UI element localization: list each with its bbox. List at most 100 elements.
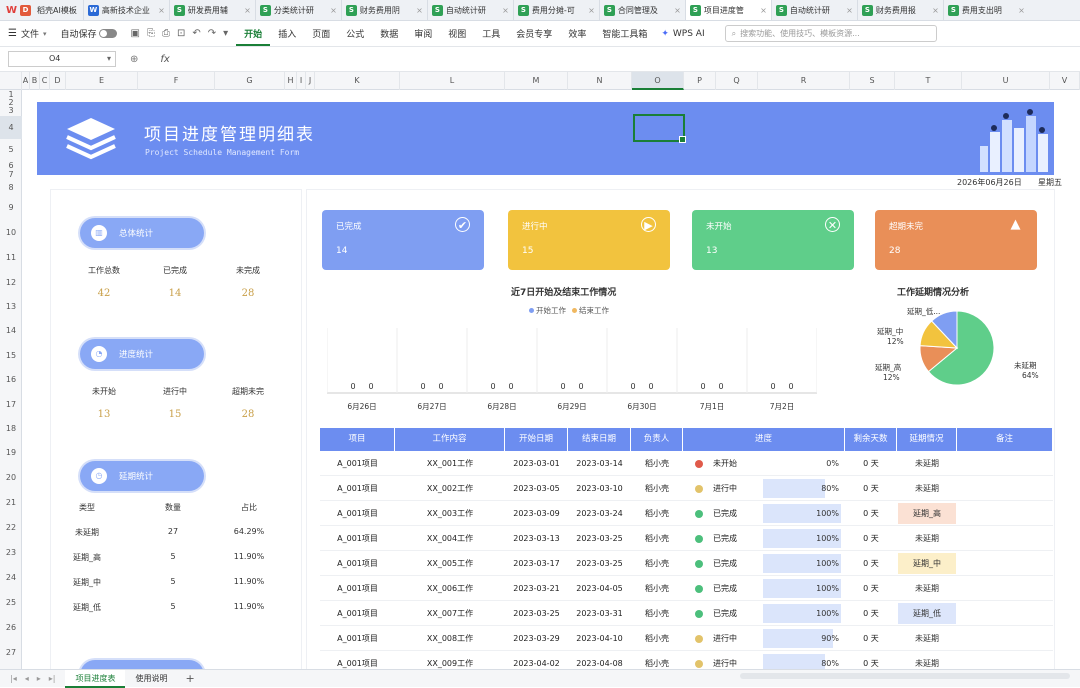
close-tab-icon[interactable]: ×: [330, 6, 337, 15]
app-template-tab[interactable]: W D 稻壳AI模板: [0, 0, 83, 20]
menu-item[interactable]: 插入: [270, 27, 304, 40]
row-header[interactable]: 3: [0, 106, 22, 116]
column-header[interactable]: 进度: [683, 428, 845, 451]
close-tab-icon[interactable]: ×: [846, 6, 853, 15]
save-icon[interactable]: ▣: [131, 28, 140, 39]
row-header[interactable]: 11: [0, 245, 22, 270]
sheet-canvas[interactable]: 项目进度管理明细表 Project Schedule Management Fo…: [22, 90, 1080, 670]
doc-tab[interactable]: W 高新技术企业 ×: [82, 0, 169, 20]
menu-item[interactable]: 视图: [440, 27, 474, 40]
close-tab-icon[interactable]: ×: [416, 6, 423, 15]
preview-icon[interactable]: ⊡: [177, 28, 185, 39]
row-header[interactable]: 16: [0, 368, 22, 392]
row-header[interactable]: 25: [0, 590, 22, 615]
status-card[interactable]: 未开始 13 ✕: [692, 210, 854, 270]
status-card[interactable]: 超期未完 28 ▲: [875, 210, 1037, 270]
column-header[interactable]: K: [315, 72, 400, 90]
add-sheet-button[interactable]: +: [177, 672, 202, 685]
column-header[interactable]: S: [850, 72, 895, 90]
close-tab-icon[interactable]: ×: [760, 6, 767, 15]
column-header[interactable]: D: [50, 72, 66, 90]
close-tab-icon[interactable]: ×: [1018, 6, 1025, 15]
table-row[interactable]: A_001项目 XX_004工作 2023-03-13 2023-03-25 稻小壳 已完…: [320, 526, 1053, 551]
close-tab-icon[interactable]: ×: [244, 6, 251, 15]
column-header[interactable]: P: [684, 72, 716, 90]
row-header[interactable]: 20: [0, 465, 22, 490]
column-header[interactable]: N: [568, 72, 632, 90]
column-header[interactable]: I: [297, 72, 306, 90]
row-header[interactable]: 21: [0, 490, 22, 515]
row-header[interactable]: 15: [0, 343, 22, 368]
row-header[interactable]: 2: [0, 99, 22, 107]
column-header[interactable]: 备注: [957, 428, 1053, 451]
first-sheet-icon[interactable]: |◂: [10, 674, 17, 683]
export-icon[interactable]: ⎘: [147, 28, 155, 39]
doc-tab[interactable]: S 费用分摊-可 ×: [512, 0, 599, 20]
doc-tab[interactable]: S 自动统计研 ×: [770, 0, 857, 20]
menu-item[interactable]: 审阅: [406, 27, 440, 40]
close-tab-icon[interactable]: ×: [932, 6, 939, 15]
doc-tab[interactable]: S 分类统计研 ×: [254, 0, 341, 20]
name-box[interactable]: O4 ▾: [8, 51, 116, 67]
table-row[interactable]: A_001项目 XX_007工作 2023-03-25 2023-03-31 稻小壳 已完…: [320, 601, 1053, 626]
table-row[interactable]: A_001项目 XX_002工作 2023-03-05 2023-03-10 稻小壳 进行…: [320, 476, 1053, 501]
doc-tab[interactable]: S 财务费用报 ×: [856, 0, 943, 20]
column-header[interactable]: 工作内容: [395, 428, 505, 451]
row-header[interactable]: 5: [0, 139, 22, 161]
column-header[interactable]: 剩余天数: [845, 428, 897, 451]
doc-tab[interactable]: S 研发费用辅 ×: [168, 0, 255, 20]
column-header[interactable]: R: [758, 72, 850, 90]
sheet-tab-instructions[interactable]: 使用说明: [125, 670, 177, 688]
doc-tab[interactable]: S 自动统计研 ×: [426, 0, 513, 20]
row-header[interactable]: 27: [0, 640, 22, 665]
wps-ai-button[interactable]: WPS AI: [669, 29, 709, 39]
row-header[interactable]: 19: [0, 440, 22, 465]
autosave-toggle[interactable]: [98, 29, 117, 38]
row-header[interactable]: 18: [0, 417, 22, 440]
column-header[interactable]: H: [285, 72, 297, 90]
row-header[interactable]: 17: [0, 392, 22, 417]
row-header[interactable]: 6: [0, 161, 22, 170]
horizontal-scrollbar[interactable]: [740, 673, 1070, 679]
menu-item[interactable]: 数据: [372, 27, 406, 40]
row-header[interactable]: 7: [0, 170, 22, 180]
menu-item[interactable]: 工具: [474, 27, 508, 40]
row-header[interactable]: 4: [0, 116, 22, 139]
selected-cell[interactable]: [633, 114, 686, 143]
column-header[interactable]: 开始日期: [505, 428, 568, 451]
table-row[interactable]: A_001项目 XX_009工作 2023-04-02 2023-04-08 稻小壳 进行…: [320, 651, 1053, 670]
column-header[interactable]: 负责人: [631, 428, 683, 451]
function-search-input[interactable]: ⌕ 搜索功能、使用技巧、模板资源...: [724, 25, 937, 42]
column-header[interactable]: T: [895, 72, 962, 90]
row-header[interactable]: 12: [0, 270, 22, 295]
column-header[interactable]: G: [215, 72, 285, 90]
close-tab-icon[interactable]: ×: [502, 6, 509, 15]
menu-item[interactable]: 公式: [338, 27, 372, 40]
table-row[interactable]: A_001项目 XX_005工作 2023-03-17 2023-03-25 稻小壳 已完…: [320, 551, 1053, 576]
row-header[interactable]: 8: [0, 180, 22, 195]
column-header[interactable]: A: [22, 72, 30, 90]
table-row[interactable]: A_001项目 XX_008工作 2023-03-29 2023-04-10 稻小壳 进行…: [320, 626, 1053, 651]
close-tab-icon[interactable]: ×: [674, 6, 681, 15]
table-row[interactable]: A_001项目 XX_001工作 2023-03-01 2023-03-14 稻小壳 未开…: [320, 451, 1053, 476]
table-row[interactable]: A_001项目 XX_006工作 2023-03-21 2023-04-05 稻小壳 已完…: [320, 576, 1053, 601]
prev-sheet-icon[interactable]: ◂: [25, 674, 29, 683]
file-menu[interactable]: 文件: [21, 27, 43, 40]
column-header[interactable]: 结束日期: [568, 428, 631, 451]
function-button[interactable]: fx: [160, 54, 169, 65]
status-card[interactable]: 已完成 14 ✔: [322, 210, 484, 270]
status-card[interactable]: 进行中 15 ▶: [508, 210, 670, 270]
doc-tab[interactable]: S 合同管理及 ×: [598, 0, 685, 20]
menu-item[interactable]: 智能工具箱: [594, 27, 655, 40]
row-header[interactable]: 10: [0, 220, 22, 245]
redo-icon[interactable]: ↷: [208, 28, 216, 39]
column-header[interactable]: C: [40, 72, 50, 90]
row-header[interactable]: 9: [0, 195, 22, 220]
column-header[interactable]: L: [400, 72, 505, 90]
last-sheet-icon[interactable]: ▸|: [49, 674, 56, 683]
column-header[interactable]: V: [1050, 72, 1080, 90]
column-header[interactable]: Q: [716, 72, 758, 90]
column-header[interactable]: J: [306, 72, 315, 90]
table-row[interactable]: A_001项目 XX_003工作 2023-03-09 2023-03-24 稻小壳 已完…: [320, 501, 1053, 526]
more-icon[interactable]: ▾: [223, 28, 228, 39]
